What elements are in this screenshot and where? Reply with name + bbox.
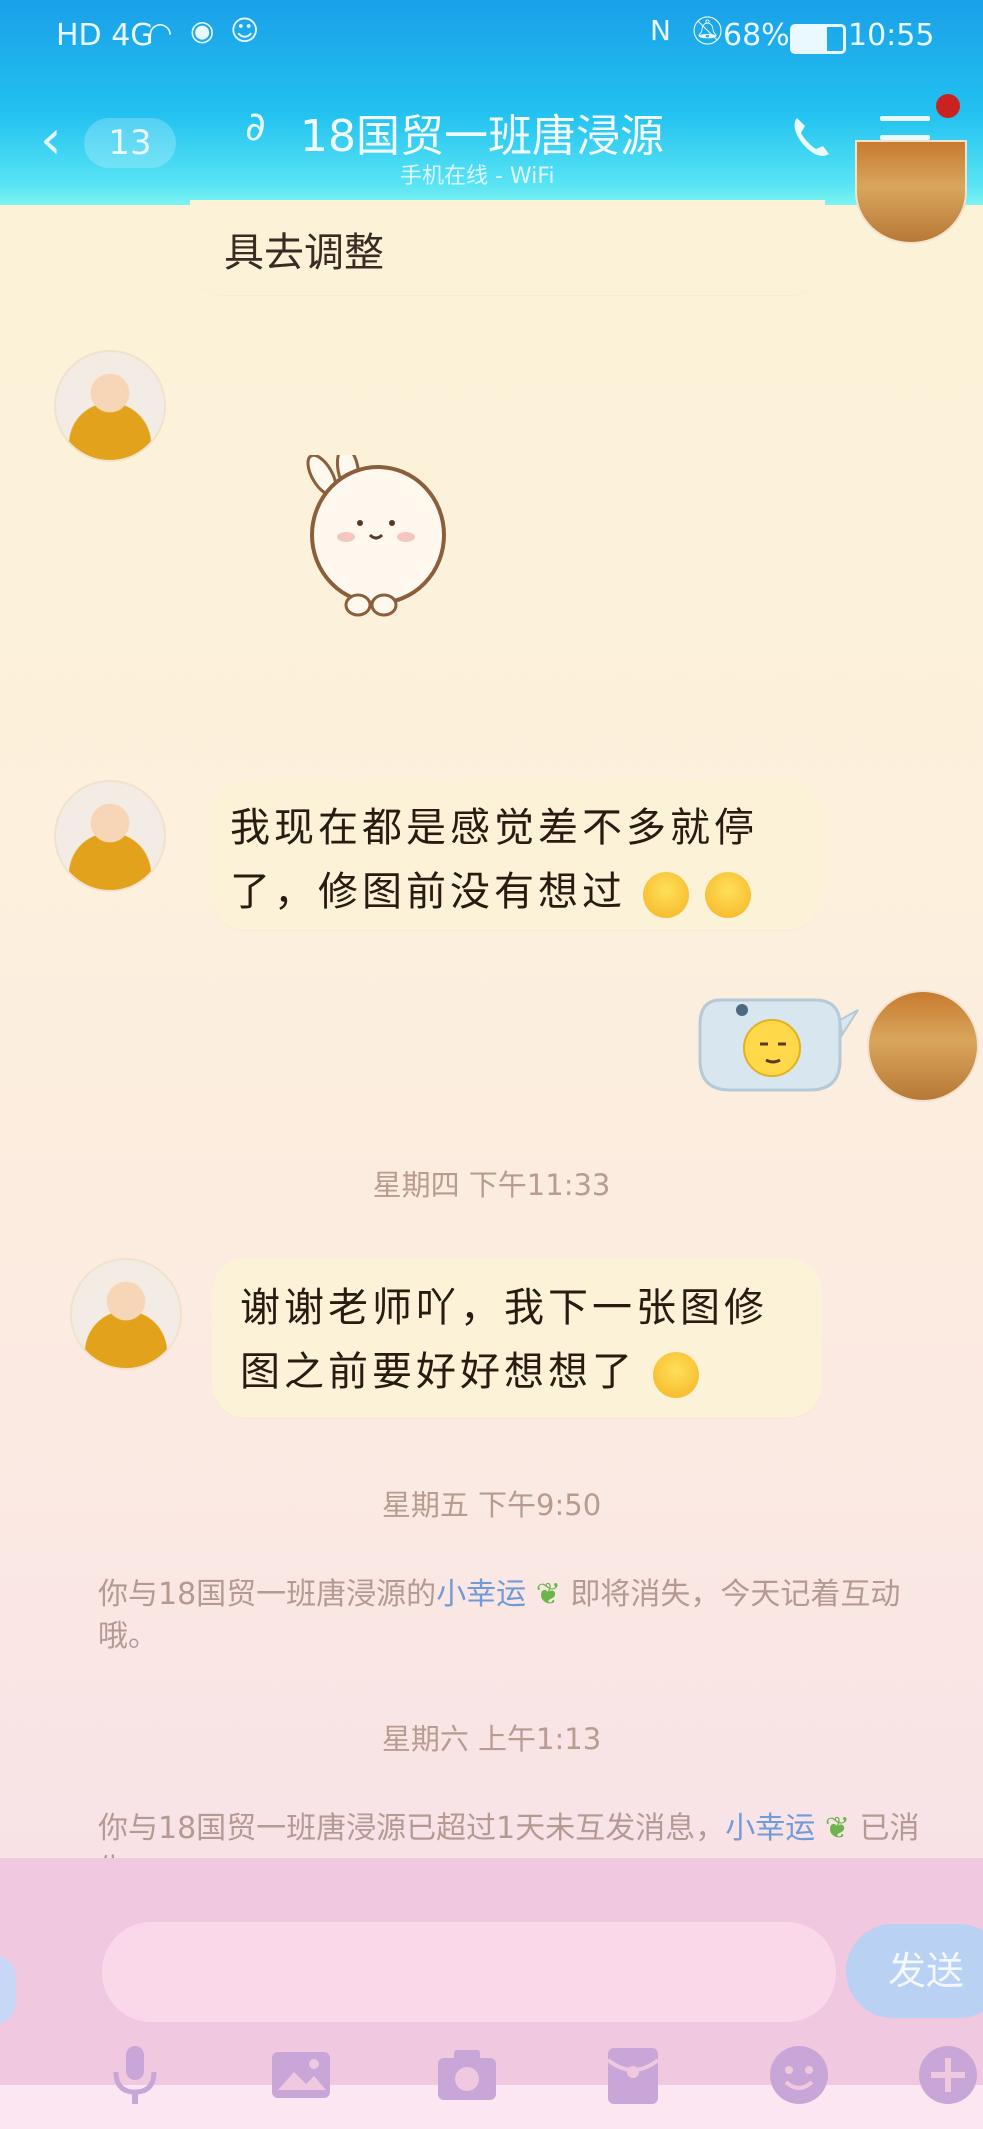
chevron-left-icon: ‹ [40, 108, 62, 171]
nfc-icon: N [650, 14, 671, 47]
bunny-sticker[interactable] [300, 445, 460, 625]
back-button[interactable]: ‹ 13 [40, 110, 180, 176]
emoji-icon[interactable] [764, 2040, 834, 2110]
phone-call-icon[interactable] [785, 112, 837, 164]
mute-bell-icon: 🔕︎ [690, 14, 726, 47]
send-button[interactable]: 发送 [846, 1924, 983, 2018]
system-notice: 你与18国贸一班唐浸源的小幸运 ❦ 即将消失，今天记着互动哦。 [98, 1577, 901, 1654]
laughing-emoji-icon [642, 872, 689, 918]
my-avatar[interactable] [867, 990, 979, 1102]
battery-icon [790, 24, 846, 54]
plus-icon[interactable] [913, 2040, 983, 2110]
cloud-emoji-sticker[interactable] [690, 980, 860, 1105]
message-text: 我现在都是感觉差不多就停了，修图前没有想过 [230, 796, 800, 924]
my-avatar-partial[interactable] [855, 140, 967, 244]
timestamp: 星期五 下午9:50 [381, 1488, 602, 1522]
notification-dot [936, 94, 960, 118]
sprout-icon: ❦ [526, 1577, 571, 1612]
microphone-icon[interactable] [100, 2040, 170, 2110]
message-bubble[interactable]: 谢谢老师吖，我下一张图修图之前要好好想想了 [212, 1258, 822, 1418]
timestamp: 星期四 下午11:33 [372, 1168, 611, 1202]
image-icon[interactable] [266, 2040, 336, 2110]
message-text: 谢谢老师吖，我下一张图修图之前要好好想想了 [240, 1276, 800, 1404]
red-packet-icon[interactable] [598, 2040, 668, 2110]
battery-percent: 68% [723, 18, 790, 53]
wifi-icon: ◠ [148, 16, 173, 49]
eye-icon: ◉ [190, 14, 215, 47]
ear-mode-icon[interactable]: ∂ [245, 104, 266, 150]
online-status: 手机在线 - WiFi [400, 164, 555, 189]
sprout-icon: ❦ [815, 1811, 860, 1846]
grin-emoji-icon [652, 1352, 699, 1398]
partner-avatar[interactable] [54, 780, 166, 892]
message-bubble-partial[interactable]: 具去调整 [190, 200, 825, 295]
message-input[interactable] [102, 1922, 836, 2022]
camera-icon[interactable] [432, 2040, 502, 2110]
partner-avatar[interactable] [70, 1258, 182, 1370]
network-indicator: HD 4G [56, 18, 154, 53]
lucky-link[interactable]: 小幸运 [436, 1577, 526, 1612]
app-notification-icon: ☺ [230, 14, 260, 47]
laughing-emoji-icon [705, 872, 752, 918]
clock: 10:55 [848, 18, 935, 53]
chat-title[interactable]: 18国贸一班唐浸源 [300, 100, 664, 164]
message-bubble[interactable]: 我现在都是感觉差不多就停了，修图前没有想过 [212, 780, 822, 930]
partner-avatar[interactable] [54, 350, 166, 462]
message-text: 具去调整 [224, 230, 384, 276]
timestamp: 星期六 上午1:13 [381, 1722, 602, 1756]
unread-count-badge: 13 [84, 118, 176, 168]
lucky-link[interactable]: 小幸运 [725, 1811, 815, 1846]
